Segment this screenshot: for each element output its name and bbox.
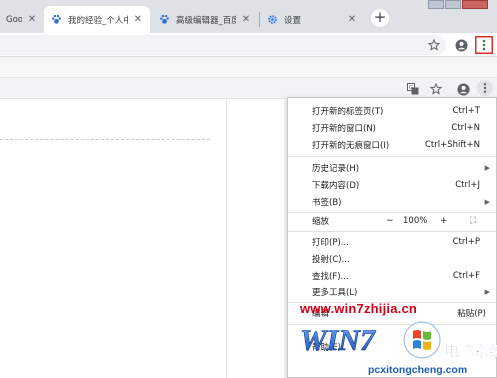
gear-icon [266,14,278,26]
menu-item-cast[interactable]: 投射(C)... [288,250,496,267]
menu-item-label: 打印(P)... [312,237,349,248]
menu-item-label: 书签(B) [312,197,342,208]
menu-item-label: 投射(C)... [312,254,350,265]
menu-kebab-icon[interactable] [475,36,493,54]
shortcut-label: Ctrl+F [452,270,480,281]
star-icon[interactable] [426,37,442,53]
watermark-logo-text: WIN7 [300,324,376,357]
divider [226,99,227,378]
watermark-url: www.win7zhijia.cn [300,301,418,316]
close-icon[interactable]: ✕ [240,14,252,25]
menu-item-bookmarks[interactable]: 书签(B) ▶ [288,193,496,210]
menu-item-new-incognito-window[interactable]: 打开新的无痕窗口(I) Ctrl+Shift+N [288,136,496,153]
menu-item-label: 打开新的标签页(T) [312,106,384,117]
tab-title: 高级编辑器_百度 [176,15,236,26]
zoom-in-button[interactable]: + [440,216,448,226]
address-bar[interactable] [0,35,446,55]
fullscreen-icon[interactable]: ⛶ [470,216,476,226]
menu-item-print[interactable]: 打印(P)... Ctrl+P [288,233,496,250]
menu-item-new-tab[interactable]: 打开新的标签页(T) Ctrl+T [288,102,496,119]
close-icon[interactable]: ✕ [132,14,144,25]
watermark-cn-text: 电脑系统城 [444,342,497,360]
new-tab-button[interactable]: + [371,9,389,27]
close-icon[interactable]: ✕ [26,14,38,25]
zoom-out-button[interactable]: − [386,216,394,226]
shortcut-label: Ctrl+T [452,105,480,116]
menu-item-label: 缩放 [312,217,330,227]
menu-item-new-window[interactable]: 打开新的窗口(N) Ctrl+N [288,119,496,136]
close-icon[interactable]: ✕ [346,14,358,25]
menu-item-history[interactable]: 历史记录(H) ▶ [288,159,496,176]
divider [0,139,210,140]
inner-toolbar: G [0,77,497,99]
menu-item-label: 查找(F)... [312,271,349,282]
tab-my-experience[interactable]: 我的经验_个人中 ✕ [44,6,150,33]
shortcut-label: Ctrl+P [452,236,480,247]
browser-toolbar [0,33,497,57]
chevron-right-icon: ▶ [484,163,490,172]
watermark-domain: pcxitongcheng.com [368,364,468,376]
minimize-button[interactable] [428,0,444,9]
tab-settings[interactable]: 设置 ✕ [260,6,364,33]
menu-item-label: 打开新的无痕窗口(I) [312,140,390,151]
shortcut-label: Ctrl+Shift+N [424,139,480,150]
maximize-button[interactable] [445,0,461,9]
svg-text:G: G [409,85,413,91]
tab-strip: Googl ✕ 我的经验_个人中 ✕ 高级编辑器_百度 ✕ 设置 ✕ + [0,0,497,33]
menu-item-find[interactable]: 查找(F)... Ctrl+F [288,267,496,284]
menu-item-zoom: 缩放 − 100% + ⛶ [288,212,496,230]
chevron-right-icon: ▶ [484,197,490,206]
shortcut-label: Ctrl+N [451,122,480,133]
tab-title: 设置 [284,15,302,26]
menu-item-label: 下载内容(D) [312,180,360,191]
menu-item-downloads[interactable]: 下载内容(D) Ctrl+J [288,176,496,193]
menu-item-label: 打开新的窗口(N) [312,123,376,134]
menu-item-more-tools[interactable]: 更多工具(L) ▶ [288,283,496,300]
tab-google[interactable]: Googl ✕ [0,6,44,33]
menu-kebab-icon[interactable] [477,80,493,96]
tab-title: Googl [6,14,22,25]
menu-separator [288,231,496,232]
paw-favicon [50,14,62,26]
translate-icon[interactable]: G [405,81,421,97]
screenshot-gap [0,57,497,77]
profile-icon[interactable] [455,81,471,97]
star-icon[interactable] [428,81,444,97]
paw-favicon [158,14,170,26]
tab-title: 我的经验_个人中 [68,15,128,26]
menu-item-label: 历史记录(H) [312,163,360,174]
close-window-button[interactable] [462,0,488,9]
chevron-right-icon: ▶ [484,287,490,296]
zoom-level: 100% [403,216,428,226]
profile-icon[interactable] [453,37,469,53]
shortcut-label: Ctrl+J [455,179,480,190]
menu-separator [288,156,496,157]
tab-advanced-editor[interactable]: 高级编辑器_百度 ✕ [152,6,258,33]
menu-item-label: 更多工具(L) [312,287,358,298]
